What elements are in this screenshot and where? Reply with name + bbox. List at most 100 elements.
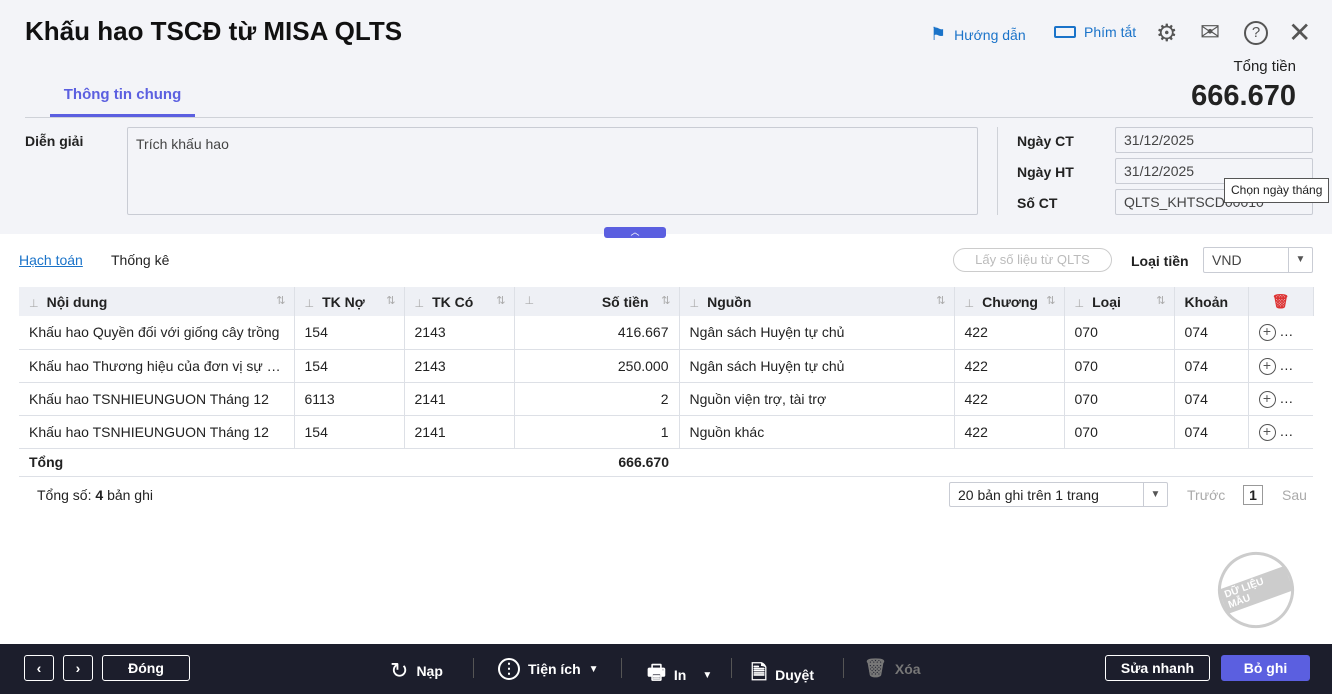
- utilities-button[interactable]: ⋮ Tiện ích ▼: [498, 658, 599, 680]
- table-cell[interactable]: 074: [1174, 316, 1249, 350]
- table-cell[interactable]: Khấu hao Quyền đối với giống cây trồng: [19, 316, 295, 350]
- sort-icon[interactable]: ⇅: [936, 294, 945, 307]
- pin-icon[interactable]: ⊥: [525, 294, 535, 307]
- table-cell[interactable]: 422: [954, 415, 1065, 449]
- column-header[interactable]: ⊥ Nguồn ⇅: [679, 287, 955, 316]
- table-cell[interactable]: 074: [1174, 415, 1249, 449]
- table-cell[interactable]: 2141: [404, 382, 515, 416]
- currency-select[interactable]: VND ▼: [1203, 247, 1313, 273]
- sort-icon[interactable]: ⇅: [661, 294, 670, 307]
- tab-statistics[interactable]: Thống kê: [111, 252, 169, 268]
- date-ct-input[interactable]: 31/12/2025: [1115, 127, 1313, 153]
- table-cell[interactable]: 6113: [294, 382, 405, 416]
- column-header[interactable]: ⊥ Loại ⇅: [1064, 287, 1175, 316]
- table-cell[interactable]: Khấu hao TSNHIEUNGUON Tháng 12: [19, 382, 295, 416]
- add-row-icon[interactable]: +: [1258, 324, 1276, 342]
- add-row-icon[interactable]: +: [1258, 357, 1276, 375]
- sort-icon[interactable]: ⇅: [1156, 294, 1165, 307]
- delete-all-header[interactable]: 🗑: [1248, 287, 1314, 316]
- column-header[interactable]: ⊥ TK Có ⇅: [404, 287, 515, 316]
- close-icon[interactable]: ✕: [1288, 16, 1311, 49]
- page-size-select[interactable]: 20 bản ghi trên 1 trang ▼: [949, 482, 1168, 507]
- row-actions: + 🗑: [1248, 415, 1313, 449]
- reload-button[interactable]: ↻ Nạp: [390, 658, 443, 684]
- trash-icon[interactable]: 🗑: [1285, 357, 1303, 373]
- description-input[interactable]: Trích khấu hao: [127, 127, 978, 215]
- table-cell[interactable]: 070: [1064, 415, 1175, 449]
- add-row-icon[interactable]: +: [1258, 423, 1276, 441]
- tab-accounting[interactable]: Hạch toán: [19, 252, 83, 268]
- table-row[interactable]: Khấu hao Thương hiệu của đơn vị sự nghiệ…: [19, 349, 1313, 383]
- table-cell[interactable]: 2141: [404, 415, 515, 449]
- collapse-button[interactable]: ︿: [604, 227, 666, 238]
- sort-icon[interactable]: ⇅: [496, 294, 505, 307]
- table-cell[interactable]: 154: [294, 349, 405, 383]
- sample-data-stamp: DỮ LIỆU MẪU: [1207, 541, 1305, 639]
- table-cell[interactable]: 070: [1064, 382, 1175, 416]
- table-row[interactable]: Khấu hao Quyền đối với giống cây trồng 15…: [19, 316, 1313, 350]
- column-header[interactable]: ⊥ Số tiền ⇅: [514, 287, 680, 316]
- table-cell[interactable]: Khấu hao Thương hiệu của đơn vị sự nghiệ…: [19, 349, 295, 383]
- approve-button[interactable]: 🗎 Duyệt: [751, 658, 814, 692]
- table-cell[interactable]: 2: [514, 382, 680, 416]
- table-cell[interactable]: 074: [1174, 382, 1249, 416]
- tab-general-info[interactable]: Thông tin chung: [50, 86, 195, 117]
- quick-edit-button[interactable]: Sửa nhanh: [1105, 655, 1210, 681]
- column-header[interactable]: ⊥ TK Nợ ⇅: [294, 287, 405, 316]
- caret-down-icon: ▼: [588, 663, 599, 675]
- save-button[interactable]: Bỏ ghi: [1221, 655, 1310, 681]
- pin-icon[interactable]: ⊥: [965, 298, 975, 310]
- table-cell[interactable]: Khấu hao TSNHIEUNGUON Tháng 12: [19, 415, 295, 449]
- help-icon[interactable]: ?: [1244, 21, 1268, 45]
- mail-icon[interactable]: ✉: [1200, 18, 1220, 47]
- table-cell[interactable]: 2143: [404, 316, 515, 350]
- fetch-qlts-button[interactable]: Lấy số liệu từ QLTS: [953, 248, 1112, 272]
- column-header[interactable]: ⊥ Chương ⇅: [954, 287, 1065, 316]
- prev-record-button[interactable]: ‹: [24, 655, 54, 681]
- next-page[interactable]: Sau: [1282, 487, 1307, 503]
- table-cell[interactable]: Ngân sách Huyện tự chủ: [679, 316, 955, 350]
- record-count: Tổng số: 4 bản ghi: [37, 487, 153, 503]
- table-cell[interactable]: Nguồn khác: [679, 415, 955, 449]
- column-header[interactable]: ⊥ Nội dung ⇅: [19, 287, 295, 316]
- trash-icon[interactable]: 🗑: [1285, 423, 1303, 439]
- table-row[interactable]: Khấu hao TSNHIEUNGUON Tháng 12 6113 2141 2 N…: [19, 382, 1313, 416]
- table-cell[interactable]: Nguồn viện trợ, tài trợ: [679, 382, 955, 416]
- column-header[interactable]: Khoản: [1174, 287, 1249, 316]
- table-cell[interactable]: 416.667: [514, 316, 680, 350]
- table-cell[interactable]: 154: [294, 316, 405, 350]
- sort-icon[interactable]: ⇅: [276, 294, 285, 307]
- shortcuts-link[interactable]: Phím tắt: [1054, 24, 1136, 40]
- table-cell[interactable]: 074: [1174, 349, 1249, 383]
- pin-icon[interactable]: ⊥: [1075, 298, 1085, 310]
- pin-icon[interactable]: ⊥: [690, 298, 700, 310]
- sort-icon[interactable]: ⇅: [1046, 294, 1055, 307]
- table-cell[interactable]: 154: [294, 415, 405, 449]
- guide-link[interactable]: ⚑ Hướng dẫn: [930, 24, 1026, 45]
- table-cell[interactable]: 070: [1064, 349, 1175, 383]
- pin-icon[interactable]: ⊥: [415, 298, 425, 310]
- table-row[interactable]: Khấu hao TSNHIEUNGUON Tháng 12 154 2141 1 Ng…: [19, 415, 1313, 449]
- gear-icon[interactable]: ⚙: [1156, 19, 1178, 48]
- next-record-button[interactable]: ›: [63, 655, 93, 681]
- add-row-icon[interactable]: +: [1258, 390, 1276, 408]
- delete-button[interactable]: 🗑 Xóa: [864, 658, 921, 679]
- trash-icon[interactable]: 🗑: [1285, 323, 1303, 339]
- trash-icon[interactable]: 🗑: [1285, 390, 1303, 406]
- close-button[interactable]: Đóng: [102, 655, 190, 681]
- pin-icon[interactable]: ⊥: [305, 298, 315, 310]
- table-cell[interactable]: 1: [514, 415, 680, 449]
- pin-icon[interactable]: ⊥: [29, 298, 39, 310]
- table-cell[interactable]: 422: [954, 382, 1065, 416]
- page-number[interactable]: 1: [1243, 485, 1263, 505]
- prev-page[interactable]: Trước: [1187, 487, 1225, 503]
- table-cell[interactable]: 2143: [404, 349, 515, 383]
- table-cell[interactable]: 422: [954, 349, 1065, 383]
- table-cell[interactable]: Ngân sách Huyện tự chủ: [679, 349, 955, 383]
- sort-icon[interactable]: ⇅: [386, 294, 395, 307]
- print-button[interactable]: 🖶 In ▼: [647, 658, 712, 692]
- table-cell[interactable]: 070: [1064, 316, 1175, 350]
- table-cell[interactable]: 422: [954, 316, 1065, 350]
- table-cell[interactable]: 250.000: [514, 349, 680, 383]
- row-actions: + 🗑: [1248, 382, 1313, 416]
